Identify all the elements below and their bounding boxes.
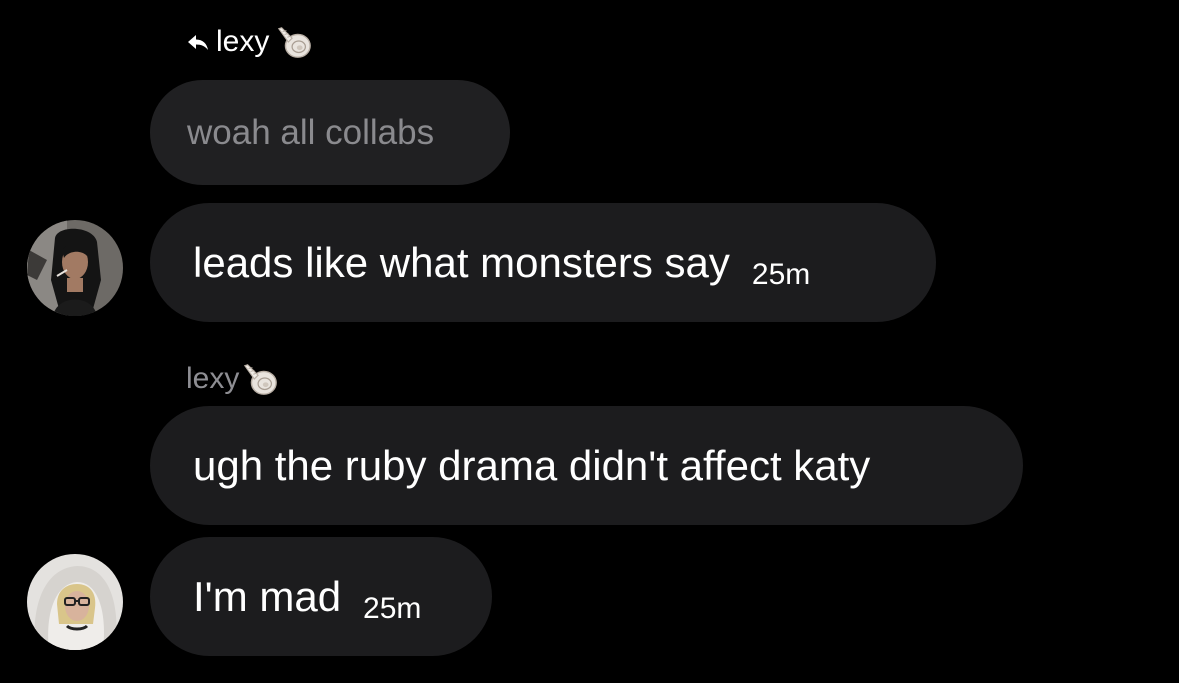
message-bubble[interactable]: ugh the ruby drama didn't affect katy (150, 406, 1023, 525)
shell-icon (244, 364, 278, 395)
message-text: I'm mad (193, 572, 342, 620)
avatar-image (27, 220, 123, 316)
avatar-image (27, 554, 123, 650)
quoted-message-bubble[interactable]: woah all collabs (150, 80, 510, 185)
message-timestamp: 25m (751, 257, 811, 291)
sender-label: lexy (186, 356, 279, 402)
reply-sender-name: lexy (216, 25, 270, 58)
reply-arrow-icon (188, 35, 208, 50)
sender-name: lexy (186, 362, 240, 395)
shell-icon (278, 27, 312, 58)
message-text: leads like what monsters say (193, 238, 730, 286)
avatar[interactable] (27, 554, 123, 650)
message-timestamp: 25m (363, 591, 422, 625)
message-text: ugh the ruby drama didn't affect katy (193, 441, 871, 489)
message-bubble[interactable]: leads like what monsters say 25m (150, 203, 936, 322)
avatar[interactable] (27, 220, 123, 316)
message-bubble[interactable]: I'm mad 25m (150, 537, 492, 656)
reply-header: lexy (186, 22, 313, 62)
quoted-message-text: woah all collabs (187, 112, 435, 152)
